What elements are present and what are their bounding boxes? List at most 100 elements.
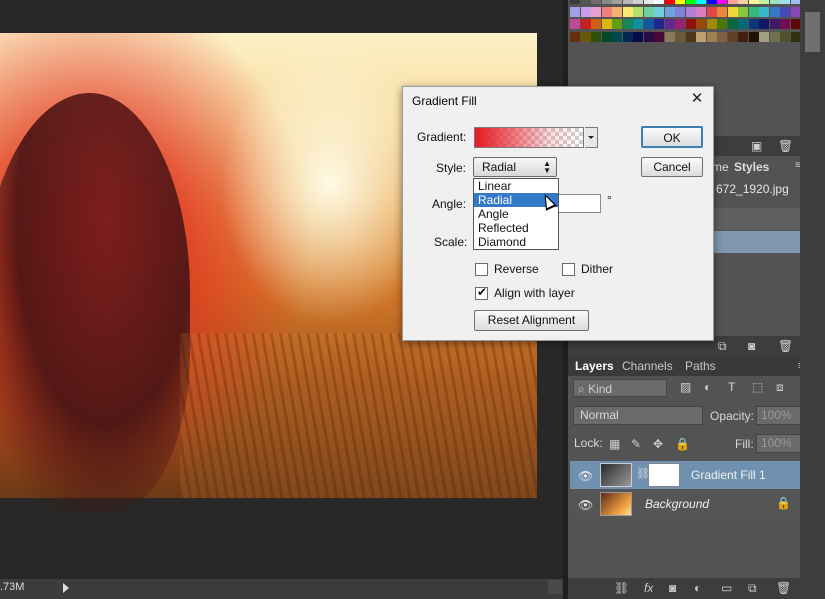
color-swatch[interactable] [612, 0, 622, 4]
color-swatch[interactable] [675, 6, 685, 17]
fx-icon[interactable]: fx [644, 581, 653, 595]
color-swatch[interactable] [591, 31, 601, 42]
color-swatch[interactable] [780, 31, 790, 42]
reset-alignment-button[interactable]: Reset Alignment [474, 310, 589, 331]
color-swatch[interactable] [727, 31, 738, 42]
panel-scrollbar[interactable] [800, 0, 825, 599]
scrollbar-thumb[interactable] [805, 12, 820, 52]
folder-icon[interactable]: ▭ [721, 581, 732, 595]
color-swatch[interactable] [685, 19, 696, 29]
type-filter-icon[interactable]: T [728, 380, 735, 394]
align-with-layer-label[interactable]: Align with layer [494, 286, 575, 300]
smart-object-filter-icon[interactable]: ⧈ [776, 380, 784, 395]
camera-icon[interactable]: ◙ [748, 339, 755, 353]
color-swatch[interactable] [675, 19, 685, 29]
color-swatch[interactable] [664, 6, 675, 17]
color-swatch[interactable] [612, 19, 622, 29]
color-swatch[interactable] [685, 31, 696, 42]
tab-partial[interactable]: me [712, 160, 729, 174]
color-swatch[interactable] [696, 0, 706, 4]
tab-styles[interactable]: Styles [734, 160, 769, 174]
color-swatch[interactable] [780, 6, 790, 17]
color-swatch[interactable] [769, 19, 780, 29]
color-swatch[interactable] [769, 6, 780, 17]
color-swatch[interactable] [601, 0, 612, 4]
color-swatch[interactable] [591, 6, 601, 17]
color-swatch[interactable] [601, 6, 612, 17]
dither-checkbox[interactable] [562, 263, 575, 276]
lock-move-icon[interactable]: ✥ [653, 437, 663, 451]
trash-icon[interactable]: 🗑 [778, 339, 793, 353]
color-swatch[interactable] [601, 31, 612, 42]
adjustment-layer-icon[interactable]: ◐ [694, 581, 701, 595]
color-swatch[interactable] [654, 19, 664, 29]
reverse-label[interactable]: Reverse [494, 262, 539, 276]
layer-name[interactable]: Background [645, 497, 709, 511]
style-option-diamond[interactable]: Diamond [474, 235, 558, 249]
color-swatch[interactable] [633, 0, 643, 4]
color-swatch[interactable] [790, 31, 801, 42]
layer-row-background[interactable]: 👁 Background 🔒 [570, 490, 800, 518]
history-state-row-selected[interactable] [713, 231, 801, 253]
tab-layers[interactable]: Layers [575, 359, 614, 373]
color-swatch[interactable] [769, 0, 780, 4]
color-swatch[interactable] [738, 19, 748, 29]
color-swatch[interactable] [738, 0, 748, 4]
color-swatch[interactable] [643, 6, 654, 17]
tab-paths[interactable]: Paths [685, 359, 716, 373]
gradient-preview[interactable] [474, 127, 584, 148]
shape-filter-icon[interactable]: ⬚ [752, 380, 763, 394]
color-swatch[interactable] [790, 6, 801, 17]
color-swatch[interactable] [717, 31, 727, 42]
color-swatch[interactable] [612, 31, 622, 42]
color-swatch[interactable] [706, 6, 717, 17]
color-swatch[interactable] [622, 19, 633, 29]
style-option-linear[interactable]: Linear [474, 179, 558, 193]
color-swatch[interactable] [654, 6, 664, 17]
lock-transparent-icon[interactable]: ▦ [609, 437, 620, 451]
color-swatch[interactable] [738, 31, 748, 42]
color-swatch[interactable] [738, 6, 748, 17]
color-swatch[interactable] [790, 0, 801, 4]
color-swatch[interactable] [633, 19, 643, 29]
color-swatch[interactable] [727, 6, 738, 17]
color-swatch[interactable] [759, 31, 769, 42]
new-document-icon[interactable]: ⧉ [718, 339, 727, 354]
style-select[interactable]: Radial ▲ ▼ [473, 157, 557, 177]
color-swatch[interactable] [696, 31, 706, 42]
color-swatch[interactable] [580, 0, 591, 4]
color-swatch[interactable] [675, 31, 685, 42]
color-swatch[interactable] [591, 19, 601, 29]
color-swatch[interactable] [717, 19, 727, 29]
color-swatch[interactable] [780, 19, 790, 29]
new-snapshot-icon[interactable]: ▣ [751, 139, 762, 153]
ok-button[interactable]: OK [641, 126, 703, 148]
color-swatch[interactable] [759, 6, 769, 17]
eye-icon[interactable]: 👁 [578, 498, 593, 512]
tab-channels[interactable]: Channels [622, 359, 673, 373]
color-swatch[interactable] [643, 19, 654, 29]
color-swatch[interactable] [748, 19, 759, 29]
color-swatch[interactable] [759, 0, 769, 4]
trash-icon[interactable]: 🗑 [778, 139, 793, 153]
color-swatch[interactable] [664, 19, 675, 29]
lock-brush-icon[interactable]: ✎ [631, 437, 641, 451]
color-swatch[interactable] [717, 0, 727, 4]
pixel-filter-icon[interactable]: ▨ [680, 380, 691, 394]
color-swatch[interactable] [570, 6, 580, 17]
color-swatch[interactable] [696, 6, 706, 17]
color-swatch[interactable] [717, 6, 727, 17]
color-swatch[interactable] [769, 31, 780, 42]
color-swatch[interactable] [664, 0, 675, 4]
layer-name[interactable]: Gradient Fill 1 [691, 468, 766, 482]
angle-field[interactable] [557, 194, 601, 213]
eye-icon[interactable]: 👁 [578, 469, 593, 483]
color-swatch[interactable] [633, 6, 643, 17]
color-swatch[interactable] [759, 19, 769, 29]
color-swatch[interactable] [748, 0, 759, 4]
color-swatch[interactable] [696, 19, 706, 29]
close-icon[interactable]: ✕ [689, 90, 705, 108]
link-layers-icon[interactable]: ⛓ [614, 581, 629, 595]
blend-mode-select[interactable]: Normal [573, 406, 703, 425]
kind-filter-select[interactable]: ⌕ Kind [573, 379, 667, 397]
